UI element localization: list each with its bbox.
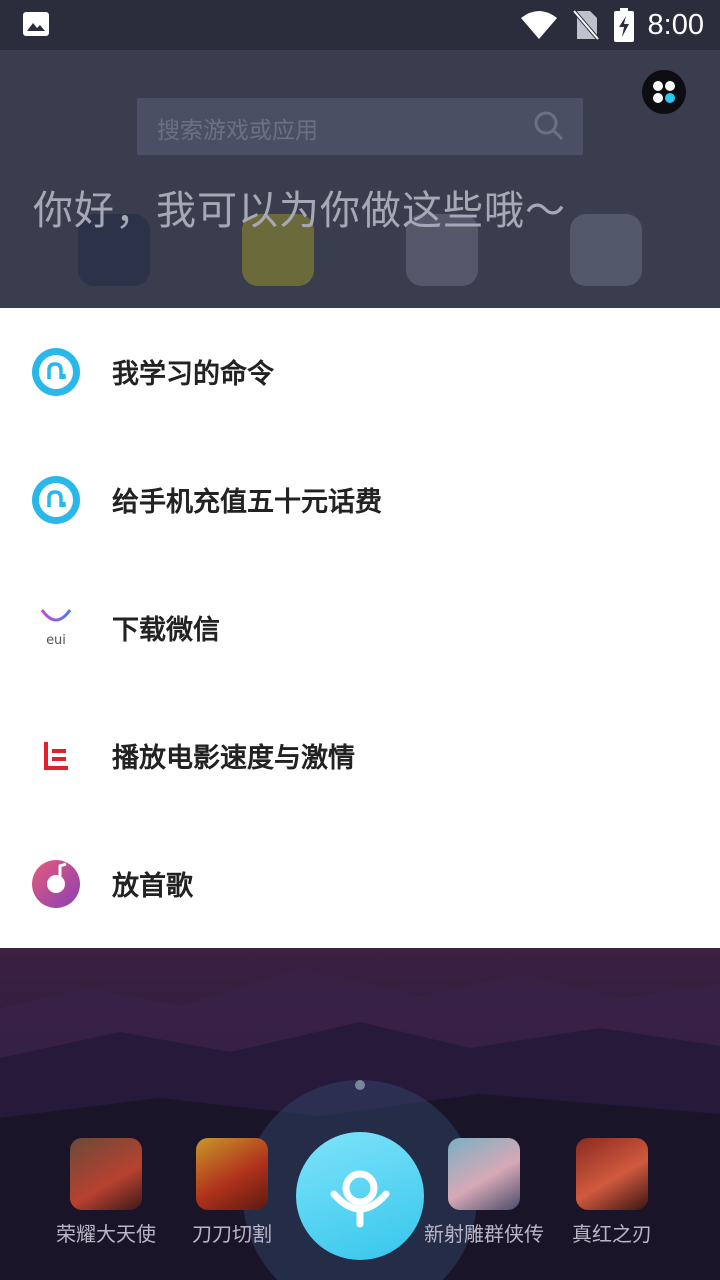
- game-icon: [448, 1138, 520, 1210]
- suggestion-label: 下载微信: [112, 615, 220, 646]
- search-box: 搜索游戏或应用: [137, 98, 583, 155]
- game-icon: [576, 1138, 648, 1210]
- battery-charging-icon: [613, 8, 634, 42]
- status-bar: 8:00: [0, 0, 720, 50]
- letv-icon: [44, 742, 68, 770]
- microphone-icon: [330, 1170, 390, 1228]
- game-label: 真红之刃: [572, 1222, 652, 1246]
- assistant-icon: [32, 476, 80, 524]
- game-icon: [196, 1138, 268, 1210]
- bottom-panel: 荣耀大天使 刀刀切割 新射雕群侠传 真红之刃: [0, 948, 720, 1280]
- suggestion-label: 放首歌: [112, 871, 193, 902]
- suggestion-list: 我学习的命令 给手机充值五十元话费 eui 下载微信 播放电影速度与激情 放首歌: [0, 308, 720, 948]
- suggestion-label: 播放电影速度与激情: [112, 743, 355, 774]
- clock: 8:00: [647, 8, 704, 41]
- game-icon: [70, 1138, 142, 1210]
- image-icon: [23, 12, 49, 36]
- assistant-greeting: 你好，我可以为你做这些哦～: [33, 188, 566, 234]
- search-placeholder: 搜索游戏或应用: [157, 118, 318, 144]
- music-disc-icon: [32, 860, 80, 908]
- svg-text:eui: eui: [46, 633, 66, 648]
- qq-app-icon: [570, 214, 642, 286]
- voice-input-button[interactable]: [296, 1132, 424, 1260]
- eui-icon: eui: [40, 609, 72, 648]
- suggestion-item[interactable]: 我学习的命令: [0, 308, 720, 436]
- game-label: 刀刀切割: [192, 1222, 272, 1246]
- suggestion-item[interactable]: 播放电影速度与激情: [0, 692, 720, 820]
- wifi-icon: [520, 11, 557, 39]
- assistant-icon: [32, 348, 80, 396]
- suggestion-item[interactable]: 放首歌: [0, 820, 720, 948]
- apps-grid-button[interactable]: [642, 70, 686, 114]
- suggestion-item[interactable]: 给手机充值五十元话费: [0, 436, 720, 564]
- search-icon: [534, 111, 564, 141]
- no-sim-icon: [572, 9, 600, 41]
- apps-grid-icon: [653, 81, 675, 103]
- suggestion-label: 给手机充值五十元话费: [112, 487, 382, 518]
- suggestion-item[interactable]: eui 下载微信: [0, 564, 720, 692]
- game-label: 荣耀大天使: [56, 1222, 156, 1246]
- game-label: 新射雕群侠传: [424, 1222, 544, 1246]
- suggestion-label: 我学习的命令: [112, 359, 274, 390]
